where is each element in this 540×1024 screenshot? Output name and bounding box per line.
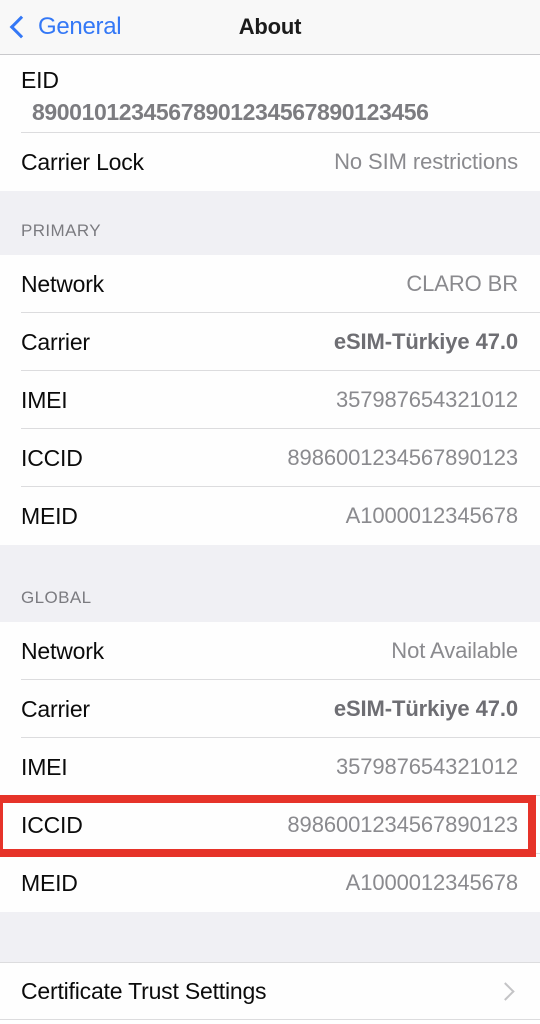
top-settings-group: EID 89001012345678901234567890123456 Car… [0,55,540,191]
global-row-carrier-value: eSIM-Türkiye 47.0 [333,696,518,721]
footer-settings-group: Certificate Trust Settings [0,962,540,1020]
primary-row-meid[interactable]: MEID A1000012345678 [0,487,540,545]
row-eid-value: 89001012345678901234567890123456 [32,99,429,126]
global-row-imei-label: IMEI [21,753,68,780]
navigation-bar: General About [0,0,540,55]
global-row-meid-value: A1000012345678 [345,870,518,895]
global-row-imei-value: 357987654321012 [335,754,518,779]
global-row-meid[interactable]: MEID A1000012345678 [0,854,540,912]
primary-settings-group: Network CLARO BR Carrier eSIM-Türkiye 47… [0,255,540,545]
primary-row-carrier-value: eSIM-Türkiye 47.0 [333,329,518,354]
section-header-global: GLOBAL [0,545,540,622]
row-certificate-trust-settings-label: Certificate Trust Settings [21,977,267,1004]
primary-row-network-label: Network [21,270,104,297]
global-row-iccid-label: ICCID [21,811,83,838]
section-header-primary: PRIMARY [0,191,540,255]
global-row-iccid-value: 8986001234567890123 [287,812,518,837]
global-row-network-label: Network [21,637,104,664]
primary-row-iccid-value: 8986001234567890123 [287,445,518,470]
row-carrier-lock-label: Carrier Lock [21,148,144,175]
global-row-imei[interactable]: IMEI 357987654321012 [0,738,540,796]
global-row-carrier[interactable]: Carrier eSIM-Türkiye 47.0 [0,680,540,738]
primary-row-meid-value: A1000012345678 [345,503,518,528]
primary-row-imei-value: 357987654321012 [335,387,518,412]
primary-row-carrier[interactable]: Carrier eSIM-Türkiye 47.0 [0,313,540,371]
primary-row-meid-label: MEID [21,502,78,529]
global-row-carrier-label: Carrier [21,695,90,722]
primary-row-imei[interactable]: IMEI 357987654321012 [0,371,540,429]
primary-row-iccid-label: ICCID [21,444,83,471]
global-row-network-value: Not Available [391,638,518,663]
section-header-global-inner: GLOBAL [0,545,540,622]
primary-row-network[interactable]: Network CLARO BR [0,255,540,313]
row-carrier-lock[interactable]: Carrier Lock No SIM restrictions [0,133,540,191]
primary-row-network-value: CLARO BR [406,271,518,296]
primary-row-imei-label: IMEI [21,386,68,413]
row-eid[interactable]: EID 89001012345678901234567890123456 [0,55,540,133]
page-title: About [238,14,302,39]
global-settings-group: Network Not Available Carrier eSIM-Türki… [0,622,540,912]
section-header-primary-label: PRIMARY [21,221,101,240]
global-row-network[interactable]: Network Not Available [0,622,540,680]
row-carrier-lock-value: No SIM restrictions [334,149,518,174]
chevron-right-icon [496,981,515,1001]
section-header-primary-inner: PRIMARY [0,191,540,255]
primary-row-iccid[interactable]: ICCID 8986001234567890123 [0,429,540,487]
global-row-iccid[interactable]: ICCID 8986001234567890123 [0,796,540,854]
section-gap-footer [0,912,540,962]
row-certificate-trust-settings[interactable]: Certificate Trust Settings [0,962,540,1020]
section-header-global-label: GLOBAL [21,588,92,607]
global-row-meid-label: MEID [21,869,78,896]
row-eid-label: EID [21,67,59,93]
primary-row-carrier-label: Carrier [21,328,90,355]
